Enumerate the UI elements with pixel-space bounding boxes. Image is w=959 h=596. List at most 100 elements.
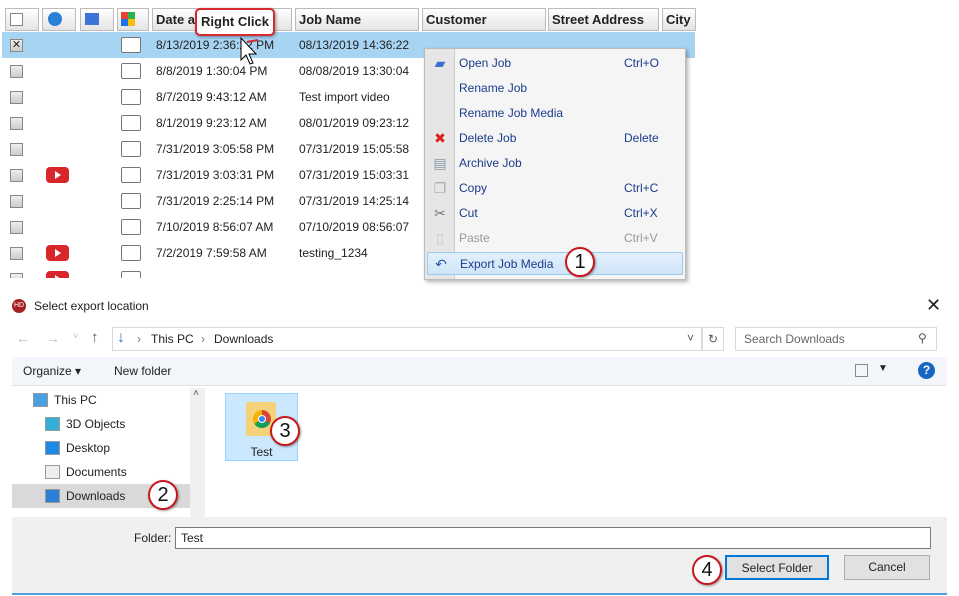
nav-item-label: Downloads — [66, 489, 126, 503]
archive-icon: ▤ — [433, 155, 447, 171]
color-swatch[interactable] — [121, 141, 141, 157]
view-dropdown-icon[interactable]: ▼ — [878, 363, 888, 374]
right-click-callout: Right Click — [195, 8, 275, 36]
job-name-cell: 08/08/2019 13:30:04 — [299, 64, 410, 78]
job-name-cell: 07/31/2019 15:05:58 — [299, 142, 410, 156]
row-checkbox[interactable]: ✕ — [10, 39, 23, 52]
cancel-button[interactable]: Cancel — [844, 555, 930, 580]
date-cell: 7/2/2019 7:59:58 AM — [156, 246, 267, 260]
menu-item-label: Export Job Media — [460, 257, 554, 271]
menu-item-rename-job-media[interactable]: Rename Job Media — [427, 102, 683, 125]
breadcrumb-this-pc[interactable]: This PC — [151, 332, 194, 346]
chrome-icon — [253, 410, 271, 428]
dialog-bottom-border — [12, 593, 947, 595]
menu-item-label: Cut — [459, 206, 478, 220]
row-checkbox[interactable] — [10, 247, 23, 260]
forward-icon[interactable]: → — [46, 330, 60, 346]
row-checkbox[interactable] — [10, 91, 23, 104]
row-checkbox[interactable] — [10, 195, 23, 208]
job-name-cell: testing_1234 — [299, 246, 368, 260]
copy-icon: ❐ — [433, 180, 447, 196]
menu-item-delete-job[interactable]: ✖ Delete Job Delete — [427, 127, 683, 150]
context-menu: ▰ Open Job Ctrl+O Rename Job Rename Job Medi… — [424, 48, 686, 280]
menu-item-paste[interactable]: ▯ Paste Ctrl+V — [427, 227, 683, 250]
menu-item-open-job[interactable]: ▰ Open Job Ctrl+O — [427, 52, 683, 75]
mouse-cursor-icon — [240, 36, 259, 65]
column-customer[interactable]: Customer — [422, 8, 546, 31]
search-placeholder: Search Downloads — [744, 332, 845, 346]
export-icon: ↶ — [435, 256, 447, 272]
info-column-header[interactable] — [42, 8, 76, 31]
row-checkbox[interactable] — [10, 221, 23, 234]
organize-button[interactable]: Organize ▾ — [23, 364, 81, 378]
menu-item-shortcut: Ctrl+O — [624, 56, 660, 70]
3d-objects-icon — [45, 417, 60, 431]
color-swatch[interactable] — [121, 115, 141, 131]
nav-scrollbar[interactable]: ˄ — [190, 388, 205, 517]
column-city[interactable]: City — [662, 8, 696, 31]
date-cell: 7/31/2019 3:03:31 PM — [156, 168, 275, 182]
nav-item-desktop[interactable]: Desktop — [12, 436, 190, 460]
up-icon[interactable]: ↑ — [91, 329, 99, 346]
video-icon — [46, 245, 69, 261]
color-swatch[interactable] — [121, 193, 141, 209]
color-column-header[interactable] — [117, 8, 149, 31]
row-checkbox[interactable] — [10, 169, 23, 182]
nav-item-label: This PC — [54, 393, 97, 407]
menu-item-label: Rename Job Media — [459, 106, 564, 120]
folder-item-label: Test — [250, 445, 273, 459]
menu-item-copy[interactable]: ❐ Copy Ctrl+C — [427, 177, 683, 200]
back-icon[interactable]: ← — [16, 330, 30, 346]
nav-item-label: 3D Objects — [66, 417, 126, 431]
menu-item-label: Delete Job — [459, 131, 517, 145]
job-name-cell: Test import video — [299, 90, 390, 104]
new-folder-button[interactable]: New folder — [114, 364, 171, 378]
breadcrumb-downloads[interactable]: Downloads — [214, 332, 273, 346]
cut-icon: ✂ — [434, 205, 446, 221]
column-street-address[interactable]: Street Address — [548, 8, 659, 31]
color-swatch[interactable] — [121, 37, 141, 53]
refresh-icon[interactable]: ↻ — [702, 327, 724, 351]
date-cell: 8/1/2019 9:23:12 AM — [156, 116, 267, 130]
media-column-header[interactable] — [80, 8, 114, 31]
row-checkbox[interactable] — [10, 65, 23, 78]
date-cell: 7/10/2019 8:56:07 AM — [156, 220, 274, 234]
address-bar[interactable]: ↓ › This PC › Downloads ˅ — [112, 327, 702, 351]
menu-item-shortcut: Ctrl+C — [624, 181, 659, 195]
color-swatch[interactable] — [121, 167, 141, 183]
nav-item-label: Desktop — [66, 441, 111, 455]
column-job-name[interactable]: Job Name — [295, 8, 419, 31]
paste-icon: ▯ — [436, 230, 444, 246]
address-dropdown-icon[interactable]: ˅ — [687, 331, 694, 345]
nav-item-this-pc[interactable]: This PC — [12, 388, 190, 412]
recent-dropdown-icon[interactable]: ˅ — [73, 331, 78, 341]
menu-item-cut[interactable]: ✂ Cut Ctrl+X — [427, 202, 683, 225]
nav-item-3d-objects[interactable]: 3D Objects — [12, 412, 190, 436]
view-options-icon[interactable] — [855, 364, 868, 377]
date-cell: 7/31/2019 2:25:14 PM — [156, 194, 275, 208]
app-logo-icon: HD — [12, 299, 26, 313]
job-name-cell: 08/01/2019 09:23:12 — [299, 116, 410, 130]
menu-item-export-job-media[interactable]: ↶ Export Job Media — [427, 252, 683, 275]
this-pc-icon — [33, 393, 48, 407]
step-badge-3: 3 — [270, 416, 300, 446]
step-badge-4: 4 — [692, 555, 722, 585]
search-input[interactable]: Search Downloads ⚲ — [735, 327, 937, 351]
color-swatch[interactable] — [121, 245, 141, 261]
row-checkbox[interactable] — [10, 143, 23, 156]
menu-item-label: Paste — [459, 231, 490, 245]
row-checkbox[interactable] — [10, 117, 23, 130]
open-job-icon: ▰ — [434, 55, 446, 71]
select-all-header[interactable] — [5, 8, 39, 31]
video-icon — [46, 167, 69, 183]
folder-input[interactable]: Test — [175, 527, 931, 549]
color-swatch[interactable] — [121, 63, 141, 79]
color-swatch[interactable] — [121, 89, 141, 105]
select-folder-button[interactable]: Select Folder — [725, 555, 829, 580]
search-icon: ⚲ — [918, 331, 927, 345]
close-icon[interactable]: ✕ — [926, 295, 941, 316]
help-icon[interactable]: ? — [918, 362, 935, 379]
color-swatch[interactable] — [121, 219, 141, 235]
menu-item-archive-job[interactable]: ▤ Archive Job — [427, 152, 683, 175]
menu-item-rename-job[interactable]: Rename Job — [427, 77, 683, 100]
